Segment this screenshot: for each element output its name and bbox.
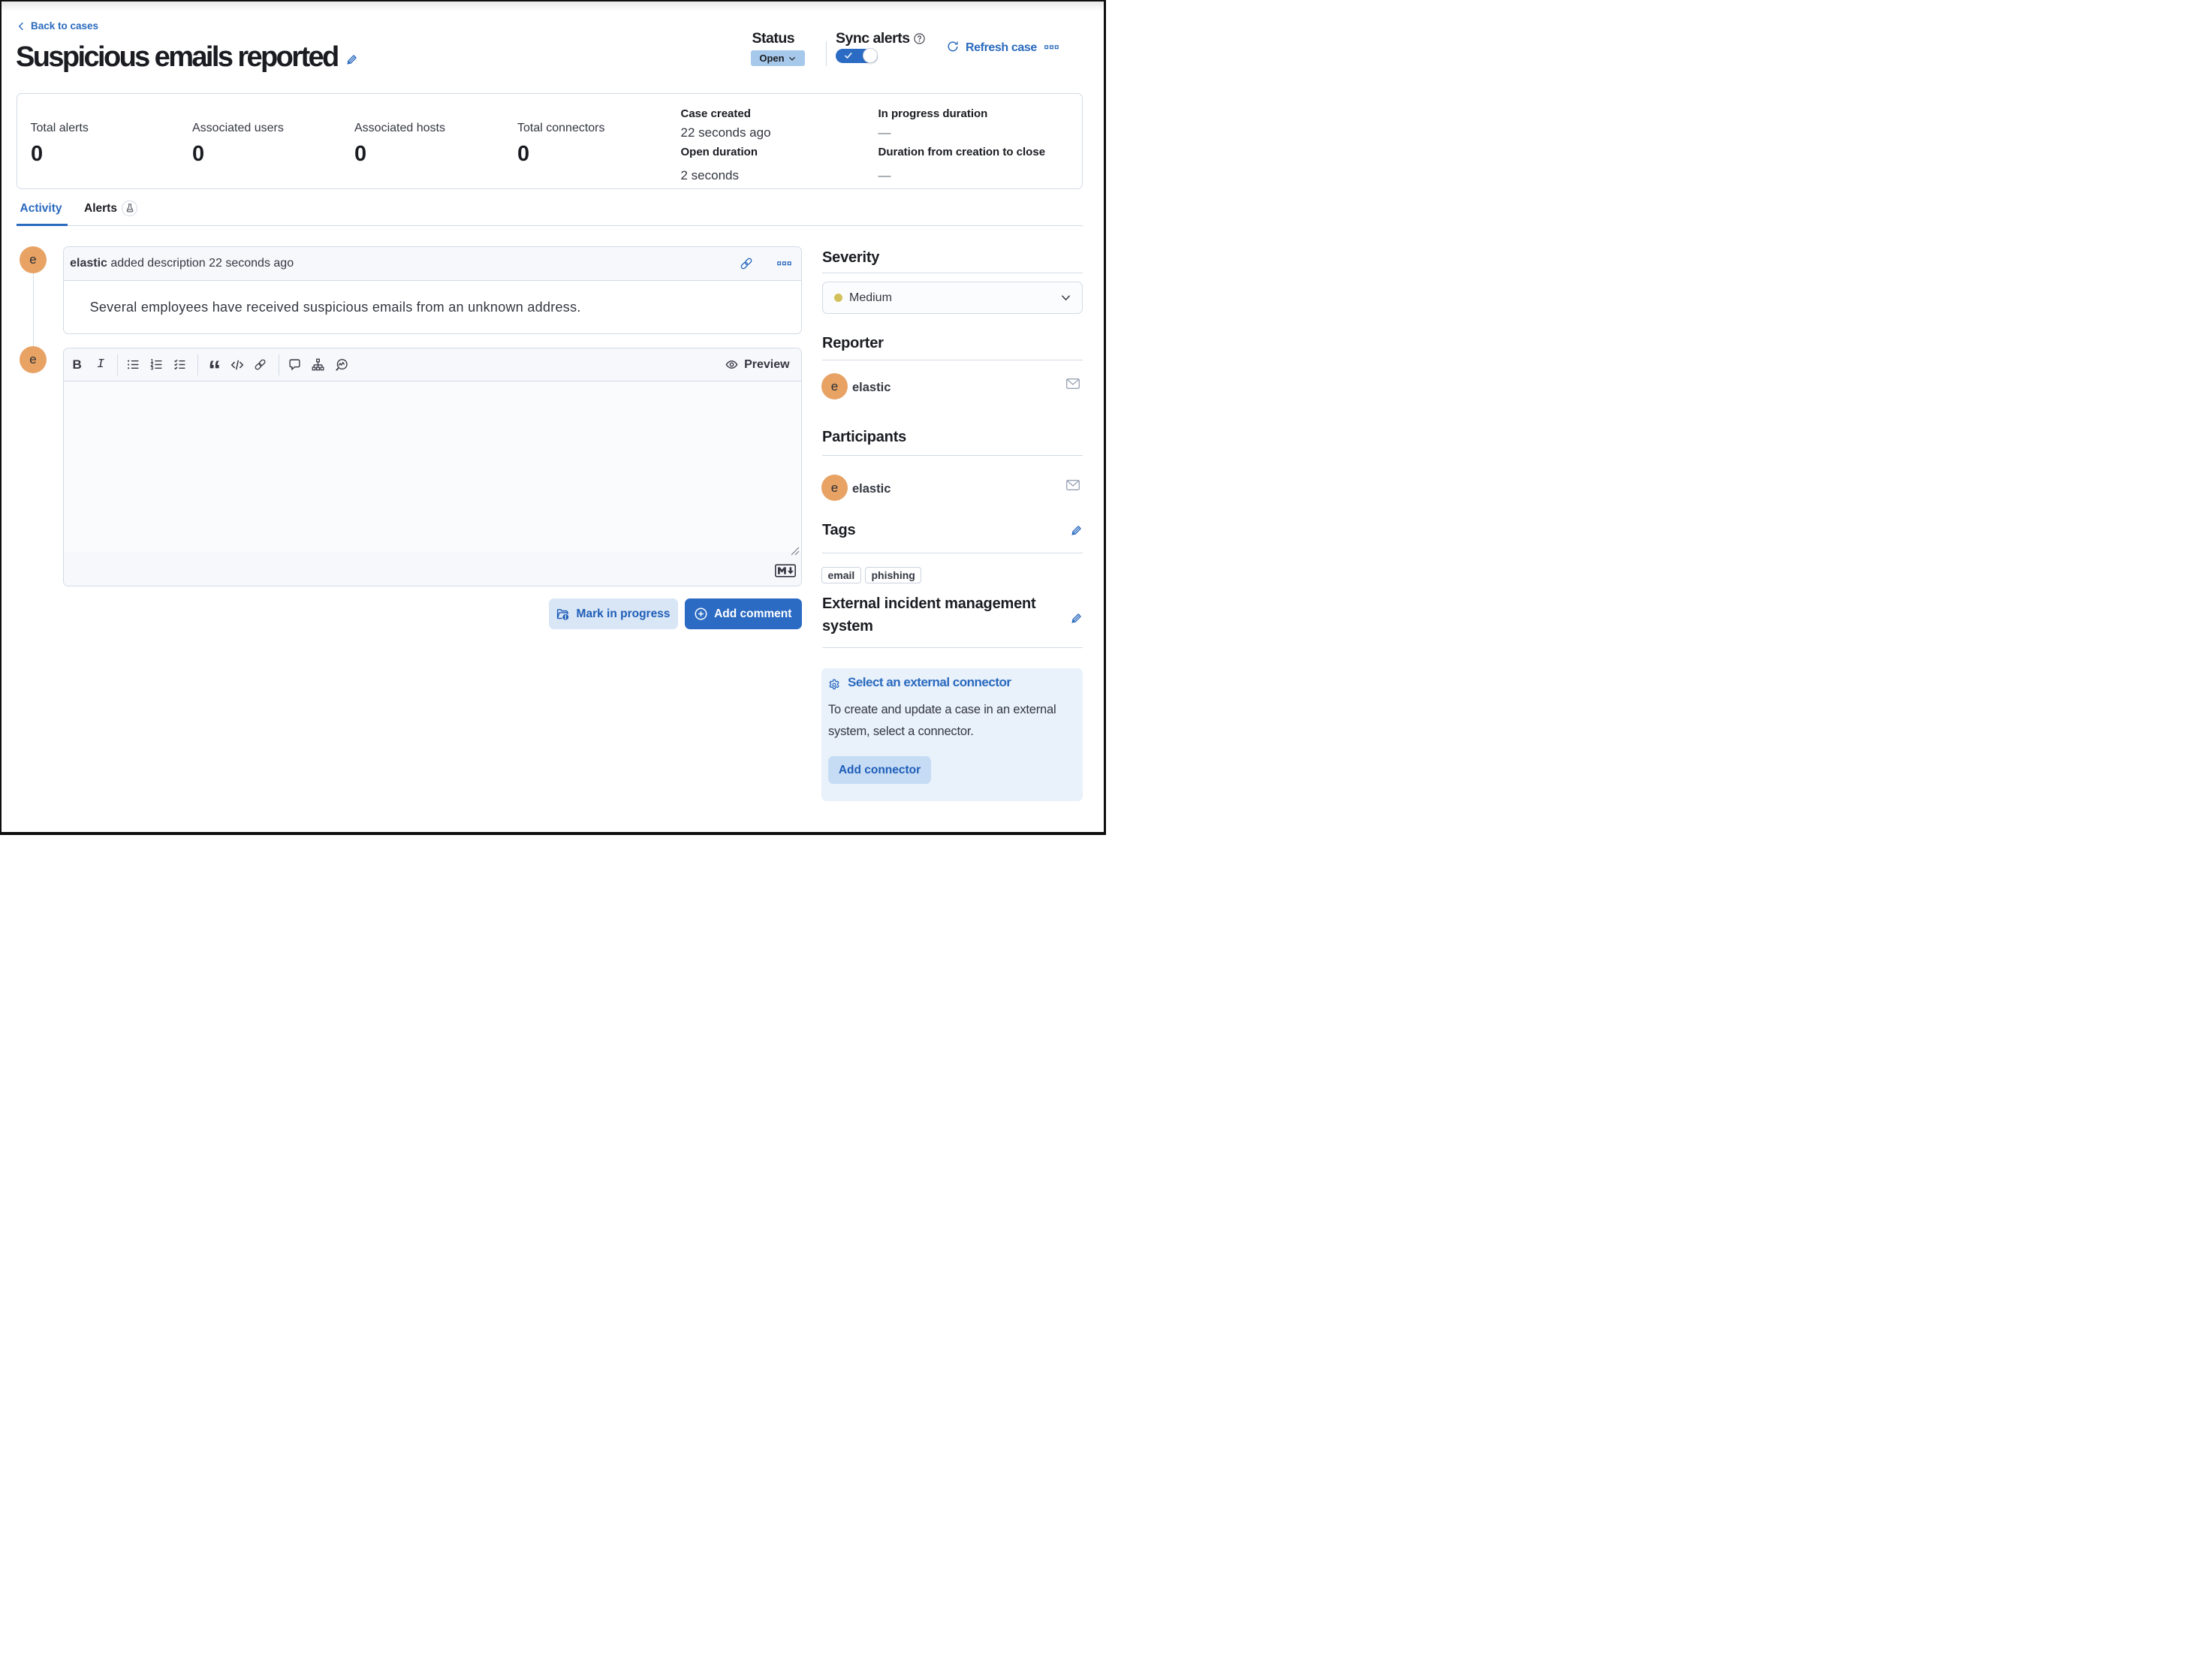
svg-text:3: 3 (151, 366, 154, 371)
